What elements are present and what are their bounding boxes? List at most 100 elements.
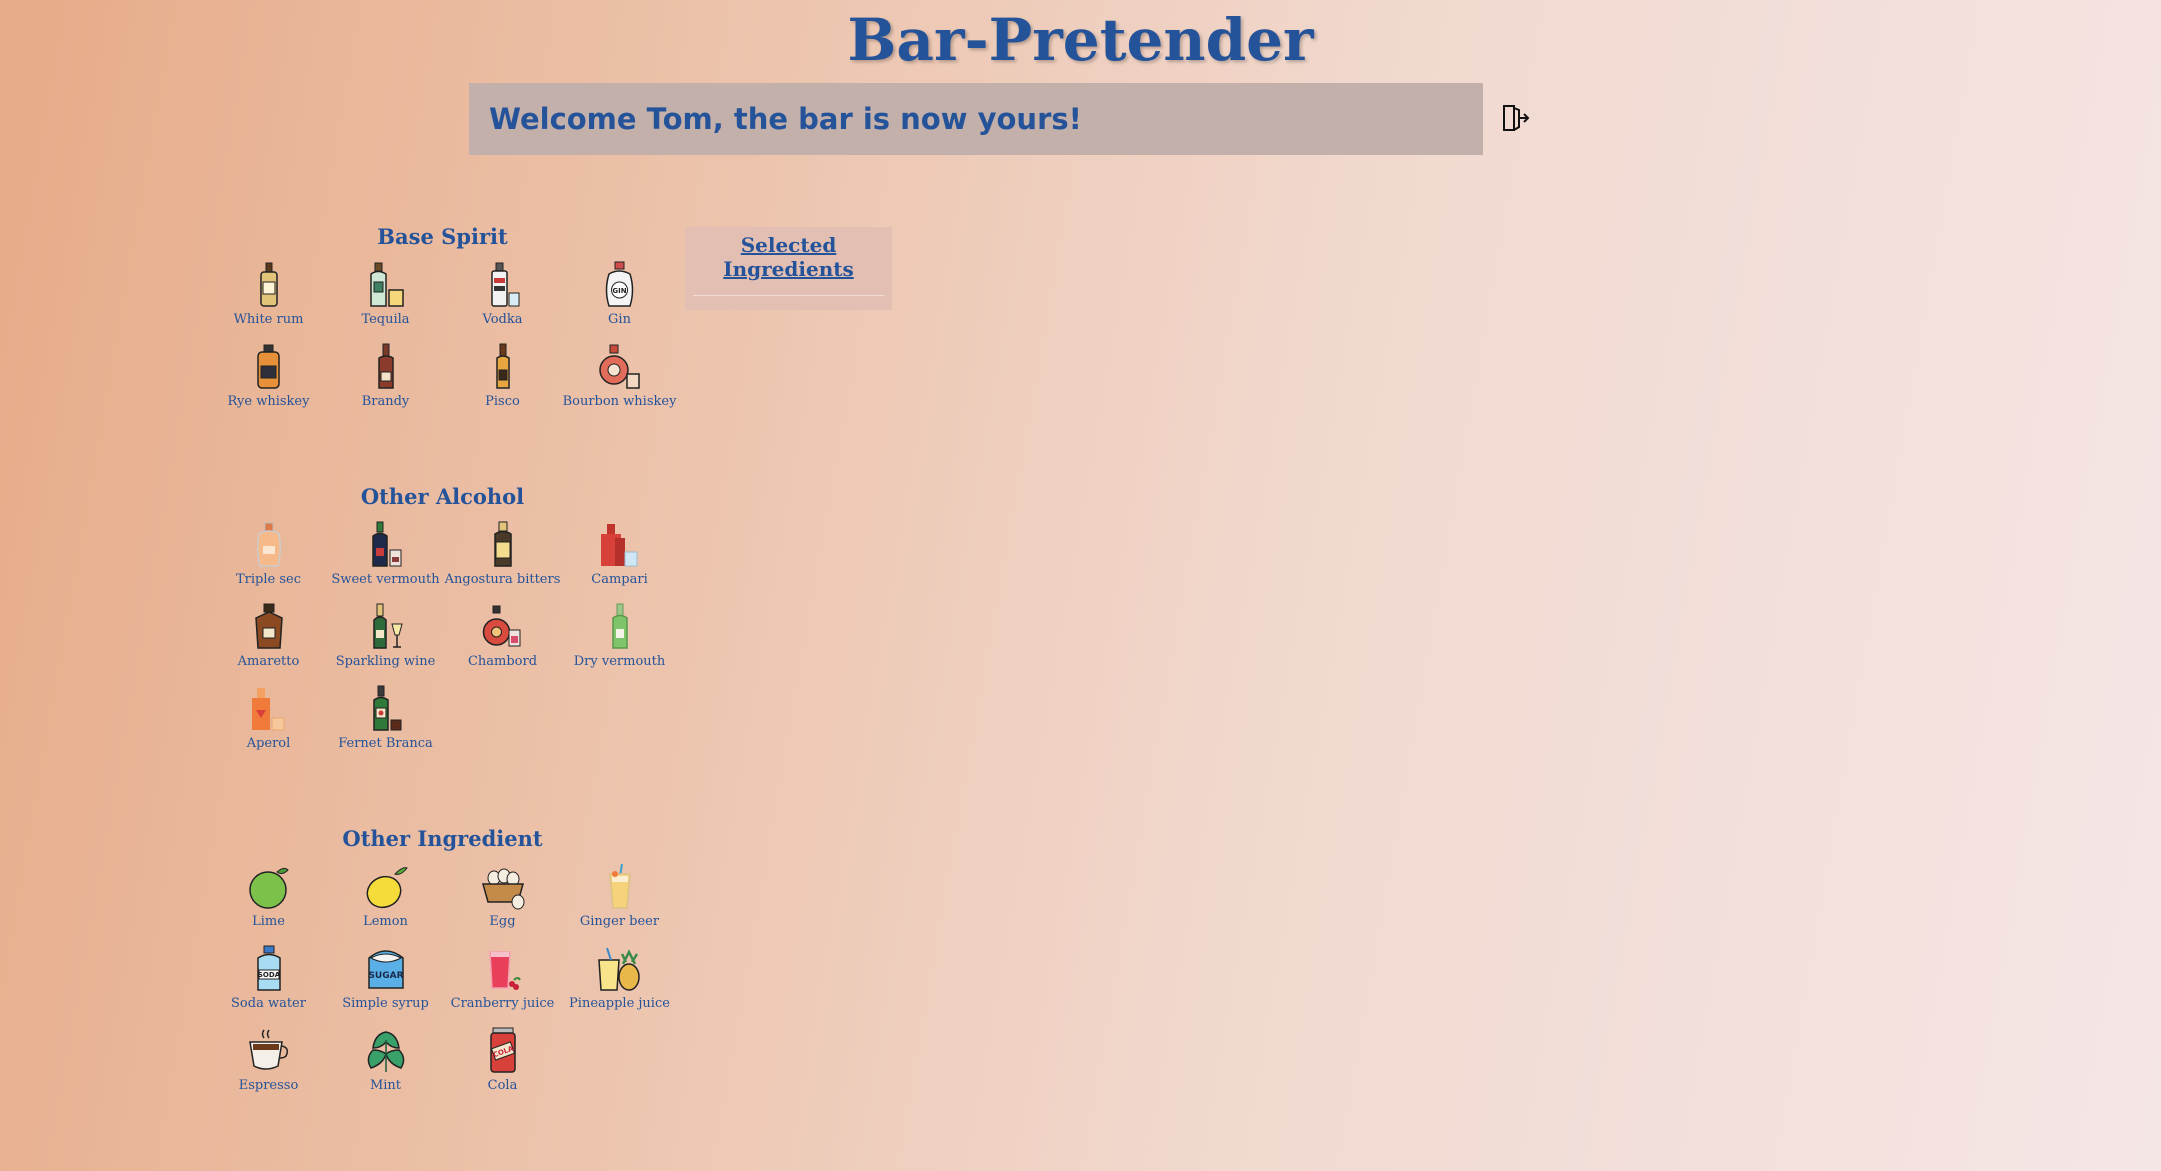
bourbon-bottle-icon — [598, 344, 640, 389]
chambord-bottle-icon — [482, 605, 520, 647]
ingredient-label: Espresso — [238, 1078, 299, 1093]
egg-basket-icon — [481, 868, 524, 910]
ingredient-sweet-vermouth[interactable]: Sweet vermouth — [327, 520, 444, 602]
ingredient-pineapple-juice[interactable]: Pineapple juice — [561, 944, 678, 1026]
ingredient-vodka[interactable]: Vodka — [444, 260, 561, 342]
ingredient-label: Pisco — [485, 394, 520, 409]
ingredient-campari[interactable]: Campari — [561, 520, 678, 602]
ingredient-label: Fernet Branca — [338, 736, 433, 751]
ingredient-lime[interactable]: Lime — [210, 862, 327, 944]
ingredient-label: Tequila — [361, 312, 410, 327]
ingredient-label: Simple syrup — [342, 996, 429, 1011]
gin-bottle-icon: GIN — [605, 261, 633, 307]
ingredient-label: White rum — [233, 312, 304, 327]
ingredient-rye-whiskey[interactable]: Rye whiskey — [210, 342, 327, 424]
ingredient-fernet-branca[interactable]: Fernet Branca — [327, 684, 444, 766]
ingredient-label: Pineapple juice — [569, 996, 670, 1011]
ingredient-lemon[interactable]: Lemon — [327, 862, 444, 944]
ingredient-label: Rye whiskey — [227, 394, 310, 409]
ginger-beer-glass-icon — [608, 863, 631, 909]
soda-bottle-icon: SODA — [256, 945, 281, 991]
pisco-bottle-icon — [495, 343, 510, 389]
ingredient-label: Sweet vermouth — [331, 572, 440, 587]
ingredient-espresso[interactable]: Espresso — [210, 1026, 327, 1108]
section-title: Base Spirit — [377, 224, 508, 249]
svg-text:SUGAR: SUGAR — [368, 971, 403, 981]
selected-ingredients-panel: Selected Ingredients — [685, 227, 892, 310]
ingredient-bourbon-whiskey[interactable]: Bourbon whiskey — [561, 342, 678, 424]
ingredient-mint[interactable]: Mint — [327, 1026, 444, 1108]
ingredient-label: Lime — [252, 914, 285, 929]
section-base-spirit: Base Spirit White rum Tequila Vodka GIN … — [210, 224, 678, 424]
ingredient-angostura-bitters[interactable]: Angostura bitters — [444, 520, 561, 602]
vodka-bottle-icon — [490, 262, 519, 307]
svg-text:SODA: SODA — [257, 971, 280, 979]
ingredient-label: Brandy — [361, 394, 410, 409]
ingredient-label: Gin — [608, 312, 631, 327]
lime-icon — [248, 867, 289, 909]
ingredient-grid: Triple sec Sweet vermouth Angostura bitt… — [210, 520, 675, 766]
ingredient-label: Bourbon whiskey — [562, 394, 677, 409]
ingredient-aperol[interactable]: Aperol — [210, 684, 327, 766]
vermouth-bottle-icon — [371, 521, 401, 567]
selected-title-line2: Ingredients — [723, 257, 854, 281]
espresso-cup-icon — [248, 1029, 288, 1070]
welcome-banner: Welcome Tom, the bar is now yours! — [469, 83, 1483, 155]
ingredient-label: Cola — [487, 1078, 518, 1093]
section-title: Other Alcohol — [360, 484, 525, 509]
ingredient-label: Chambord — [467, 654, 538, 669]
ingredient-cola[interactable]: COLA Cola — [444, 1026, 561, 1108]
ingredient-dry-vermouth[interactable]: Dry vermouth — [561, 602, 678, 684]
ingredient-ginger-beer[interactable]: Ginger beer — [561, 862, 678, 944]
ingredient-chambord[interactable]: Chambord — [444, 602, 561, 684]
whiskey-bottle-icon — [256, 344, 280, 389]
ingredient-pisco[interactable]: Pisco — [444, 342, 561, 424]
ingredient-label: Vodka — [482, 312, 523, 327]
section-other-alcohol: Other Alcohol Triple sec Sweet vermouth — [210, 484, 675, 766]
welcome-text: Welcome Tom, the bar is now yours! — [489, 102, 1082, 136]
ingredient-gin[interactable]: GIN Gin — [561, 260, 678, 342]
fernet-bottle-icon — [372, 685, 401, 731]
ingredient-brandy[interactable]: Brandy — [327, 342, 444, 424]
brandy-bottle-icon — [377, 343, 394, 389]
ingredient-cranberry-juice[interactable]: Cranberry juice — [444, 944, 561, 1026]
ingredient-label: Campari — [591, 572, 648, 587]
ingredient-label: Angostura bitters — [444, 572, 561, 587]
app-title: Bar-Pretender — [847, 6, 1314, 74]
aperol-bottle-icon — [251, 688, 284, 731]
ingredient-tequila[interactable]: Tequila — [327, 260, 444, 342]
ingredient-label: Mint — [369, 1078, 402, 1093]
ingredient-label: Lemon — [363, 914, 408, 929]
cranberry-juice-glass-icon — [488, 951, 521, 990]
ingredient-simple-syrup[interactable]: SUGAR Simple syrup — [327, 944, 444, 1026]
selected-title-line1: Selected — [740, 233, 837, 257]
ingredient-label: Egg — [489, 914, 516, 929]
ingredient-label: Cranberry juice — [450, 996, 555, 1011]
svg-text:GIN: GIN — [612, 287, 626, 295]
ingredient-label: Amaretto — [237, 654, 300, 669]
rum-bottle-icon — [259, 262, 278, 307]
ingredient-label: Ginger beer — [579, 914, 660, 929]
sparkling-wine-icon — [372, 603, 403, 649]
ingredient-label: Soda water — [231, 996, 306, 1011]
ingredient-egg[interactable]: Egg — [444, 862, 561, 944]
section-other-ingredient: Other Ingredient Lime Lemon Egg Ginger b… — [210, 826, 675, 1108]
bitters-bottle-icon — [493, 521, 512, 567]
logout-button[interactable] — [1500, 104, 1530, 132]
ingredient-amaretto[interactable]: Amaretto — [210, 602, 327, 684]
campari-bottle-icon — [600, 524, 637, 567]
ingredient-label: Dry vermouth — [573, 654, 666, 669]
ingredient-label: Sparkling wine — [335, 654, 436, 669]
ingredient-label: Triple sec — [236, 572, 301, 587]
ingredient-grid: Lime Lemon Egg Ginger beer SODA Soda wat… — [210, 862, 675, 1108]
ingredient-white-rum[interactable]: White rum — [210, 260, 327, 342]
amaretto-bottle-icon — [254, 603, 283, 649]
ingredient-sparkling-wine[interactable]: Sparkling wine — [327, 602, 444, 684]
ingredient-triple-sec[interactable]: Triple sec — [210, 520, 327, 602]
pineapple-juice-icon — [597, 947, 640, 991]
selected-ingredients-title[interactable]: Selected Ingredients — [685, 233, 892, 281]
cola-can-icon: COLA — [489, 1027, 516, 1073]
ingredient-soda-water[interactable]: SODA Soda water — [210, 944, 327, 1026]
logout-icon — [1503, 105, 1530, 131]
divider — [693, 295, 884, 296]
